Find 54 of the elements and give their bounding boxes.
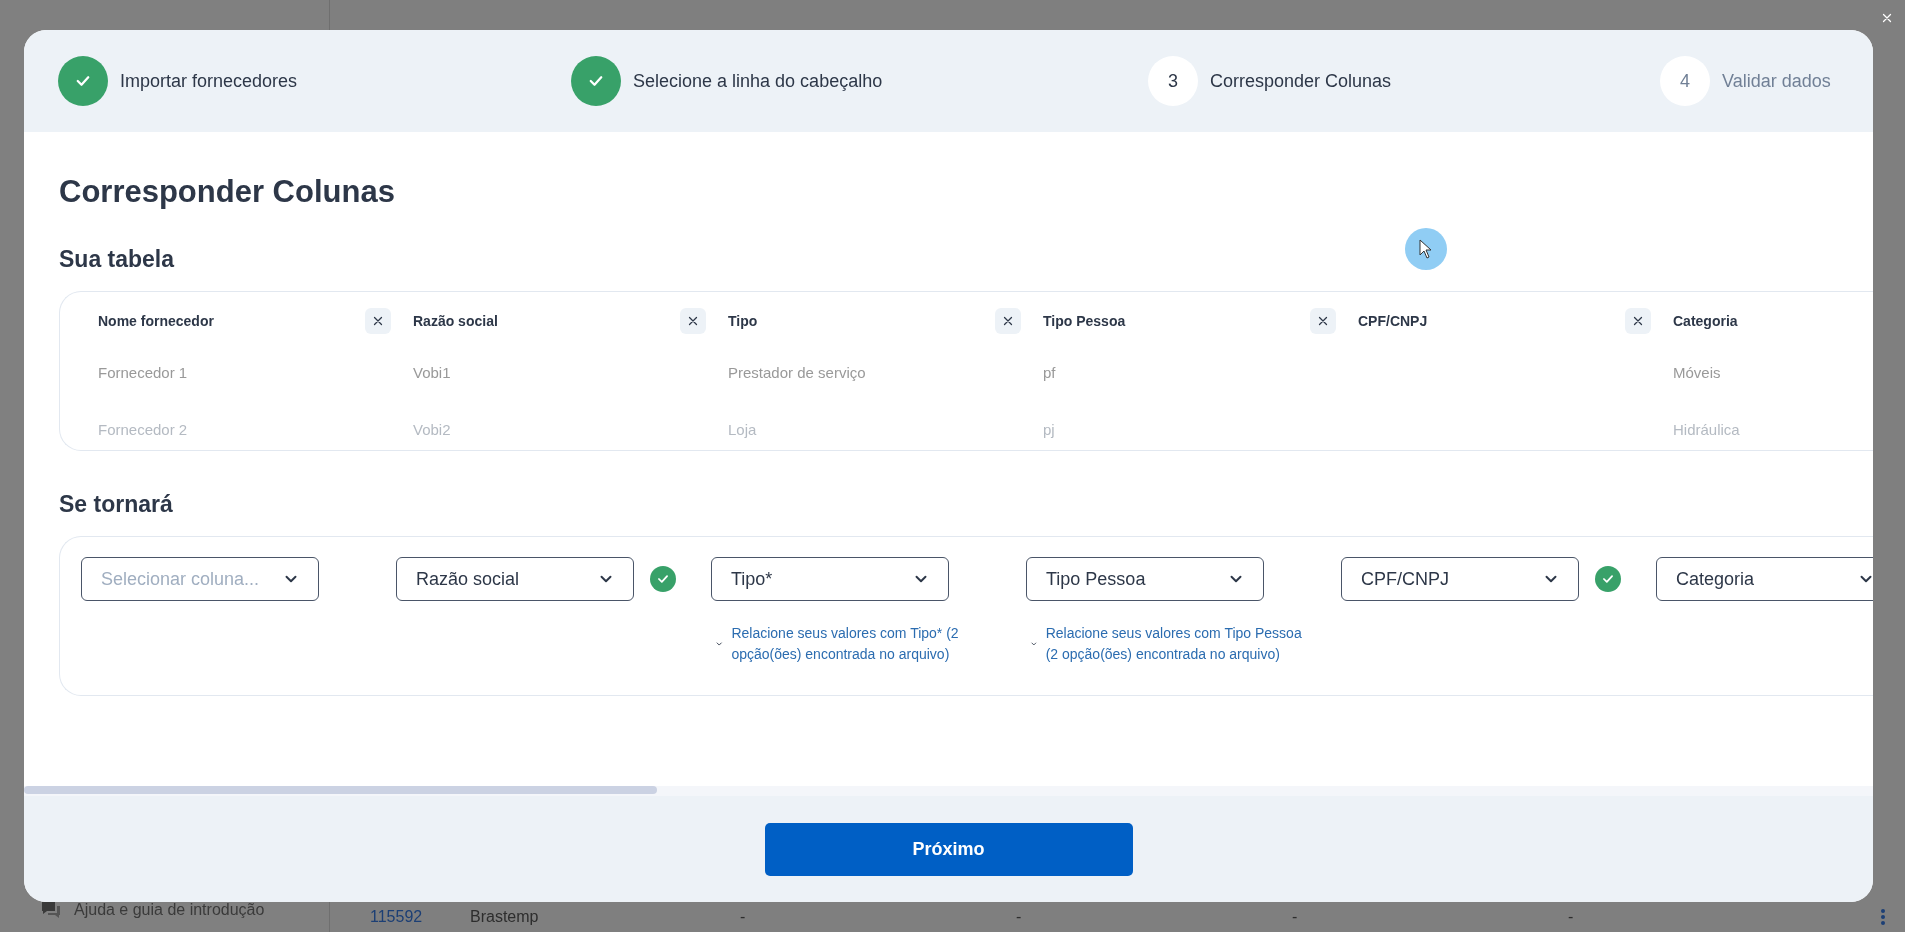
column-header: Razão social	[413, 313, 498, 329]
match-values-link[interactable]: Relacione seus valores com Tipo Pessoa (2 opção(ões) encontrada no arquivo)	[1045, 623, 1316, 665]
remove-column-button[interactable]	[995, 308, 1021, 334]
column-select[interactable]: Tipo*	[711, 557, 949, 601]
column-header: Nome fornecedor	[98, 313, 214, 329]
close-icon	[687, 315, 699, 327]
table-cell-text: Loja	[728, 421, 758, 440]
step-label: Importar fornecedores	[120, 70, 298, 92]
column-select[interactable]: Tipo Pessoa	[1026, 557, 1264, 601]
column-header: CPF/CNPJ	[1358, 313, 1428, 329]
next-button[interactable]: Próximo	[764, 822, 1133, 876]
column-select[interactable]: CPF/CNPJ	[1341, 557, 1579, 601]
table-cell-text: Hidráulica	[1673, 421, 1741, 440]
table-cell-text: 115592	[370, 908, 424, 926]
table-cell-text: Móveis	[1673, 364, 1722, 383]
step-label: Validar dados	[1722, 70, 1831, 92]
table-cell-text: Brastemp	[470, 908, 540, 926]
step-number: 4	[1680, 70, 1690, 92]
table-cell-text: -	[1016, 908, 1023, 926]
table-cell-text: Fornecedor 1	[98, 364, 189, 383]
section-heading: Se tornará	[59, 491, 173, 518]
table-cell-text: Vobi2	[413, 421, 452, 440]
column-header: Tipo Pessoa	[1043, 313, 1126, 329]
remove-column-button[interactable]	[1310, 308, 1336, 334]
close-icon	[372, 315, 384, 327]
column-header: Categoria	[1673, 313, 1738, 329]
step-label: Selecione a linha do cabeçalho	[633, 70, 883, 92]
table-cell-text: -	[740, 908, 747, 926]
column-select[interactable]: Categoria	[1656, 557, 1873, 601]
table-cell-text: Fornecedor 2	[98, 421, 189, 440]
section-heading: Sua tabela	[59, 246, 175, 273]
pointer-icon	[1419, 239, 1433, 259]
table-cell-text: Prestador de serviço	[728, 364, 867, 383]
column-select[interactable]: Razão social	[396, 557, 634, 601]
chat-icon	[40, 900, 62, 920]
scrollbar-thumb[interactable]	[24, 786, 657, 794]
close-icon	[1632, 315, 1644, 327]
close-icon	[1881, 12, 1893, 24]
remove-column-button[interactable]	[680, 308, 706, 334]
step-label: Corresponder Colunas	[1210, 70, 1392, 92]
dialog-title: Corresponder Colunas	[59, 174, 396, 210]
match-values-link[interactable]: Relacione seus valores com Tipo* (2 opção(ões) encontrada no arquivo)	[731, 623, 1001, 665]
table-cell-text: Vobi1	[413, 364, 452, 383]
close-icon	[1317, 315, 1329, 327]
column-header: Tipo	[728, 313, 758, 329]
close-icon	[1002, 315, 1014, 327]
table-cell-text: pf	[1043, 364, 1057, 383]
table-cell-text: -	[1568, 908, 1575, 926]
remove-column-button[interactable]	[1625, 308, 1651, 334]
kebab-menu-icon[interactable]	[1881, 909, 1885, 925]
table-cell-text: -	[1292, 908, 1299, 926]
table-cell-text: pj	[1043, 421, 1056, 440]
remove-column-button[interactable]	[365, 308, 391, 334]
step-number: 3	[1168, 70, 1178, 92]
